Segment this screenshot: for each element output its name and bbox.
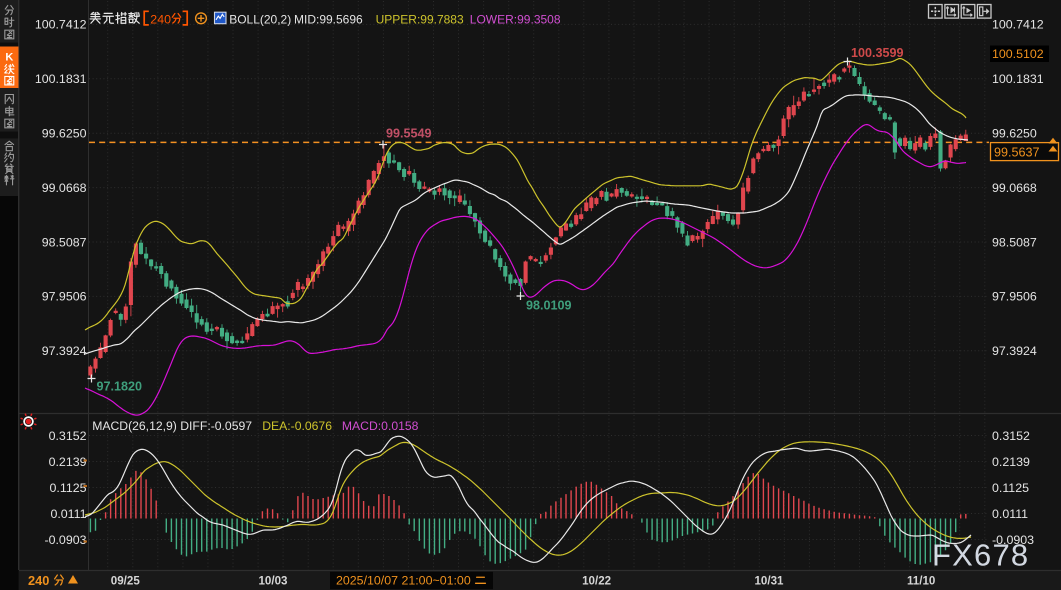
svg-text:100.7412: 100.7412 <box>35 18 87 32</box>
svg-text:0.0111: 0.0111 <box>50 507 86 521</box>
svg-text:100.1831: 100.1831 <box>992 72 1044 86</box>
svg-text:0.3152: 0.3152 <box>992 429 1030 443</box>
svg-text:97.1820: 97.1820 <box>97 380 143 394</box>
svg-text:09/25: 09/25 <box>111 574 141 587</box>
svg-text:0.1125: 0.1125 <box>50 481 87 495</box>
svg-text:DEA:-0.0676: DEA:-0.0676 <box>262 419 332 433</box>
svg-text:97.3924: 97.3924 <box>42 344 87 358</box>
svg-text:MACD(26,12,9) DIFF:-0.0597: MACD(26,12,9) DIFF:-0.0597 <box>92 419 252 433</box>
svg-text:99.5549: 99.5549 <box>386 127 432 141</box>
svg-text:97.9506: 97.9506 <box>992 290 1037 304</box>
svg-text:K: K <box>5 52 13 64</box>
svg-text:MACD:0.0158: MACD:0.0158 <box>342 419 419 433</box>
svg-text:MID:99.5696: MID:99.5696 <box>294 12 363 26</box>
svg-text:0.2139: 0.2139 <box>49 455 87 469</box>
svg-text:99.0668: 99.0668 <box>992 181 1037 195</box>
svg-text:11/10: 11/10 <box>907 574 935 587</box>
svg-text:97.9506: 97.9506 <box>42 290 87 304</box>
svg-text:10/31: 10/31 <box>754 574 784 587</box>
svg-text:99.6250: 99.6250 <box>992 127 1037 141</box>
svg-text:100.7412: 100.7412 <box>992 18 1044 32</box>
svg-text:UPPER:99.7883: UPPER:99.7883 <box>376 12 464 26</box>
svg-text:0.0111: 0.0111 <box>992 507 1028 521</box>
svg-text:2025/10/07 21:00~01:00: 2025/10/07 21:00~01:00 <box>336 574 471 588</box>
svg-text:99.5637: 99.5637 <box>994 145 1040 159</box>
svg-text:BOLL(20,2): BOLL(20,2) <box>229 12 291 26</box>
svg-text:0.1125: 0.1125 <box>992 481 1029 495</box>
svg-text:98.0109: 98.0109 <box>526 299 572 313</box>
svg-text:0.3152: 0.3152 <box>49 429 87 443</box>
svg-text:240: 240 <box>28 573 49 588</box>
svg-text:100.3599: 100.3599 <box>851 46 904 60</box>
svg-text:10/22: 10/22 <box>582 574 611 587</box>
svg-text:100.5102: 100.5102 <box>992 47 1044 61</box>
svg-text:99.0668: 99.0668 <box>42 181 87 195</box>
svg-text:97.3924: 97.3924 <box>992 344 1037 358</box>
svg-text:240: 240 <box>150 13 171 27</box>
svg-text:-0.0903: -0.0903 <box>44 533 86 547</box>
svg-text:98.5087: 98.5087 <box>42 235 87 249</box>
svg-text:99.6250: 99.6250 <box>42 127 87 141</box>
svg-text:100.1831: 100.1831 <box>35 72 87 86</box>
svg-text:0.2139: 0.2139 <box>992 455 1030 469</box>
svg-text:FX678: FX678 <box>932 538 1029 573</box>
svg-text:10/03: 10/03 <box>258 574 288 587</box>
svg-text:98.5087: 98.5087 <box>992 235 1037 249</box>
svg-text:LOWER:99.3508: LOWER:99.3508 <box>470 12 561 26</box>
